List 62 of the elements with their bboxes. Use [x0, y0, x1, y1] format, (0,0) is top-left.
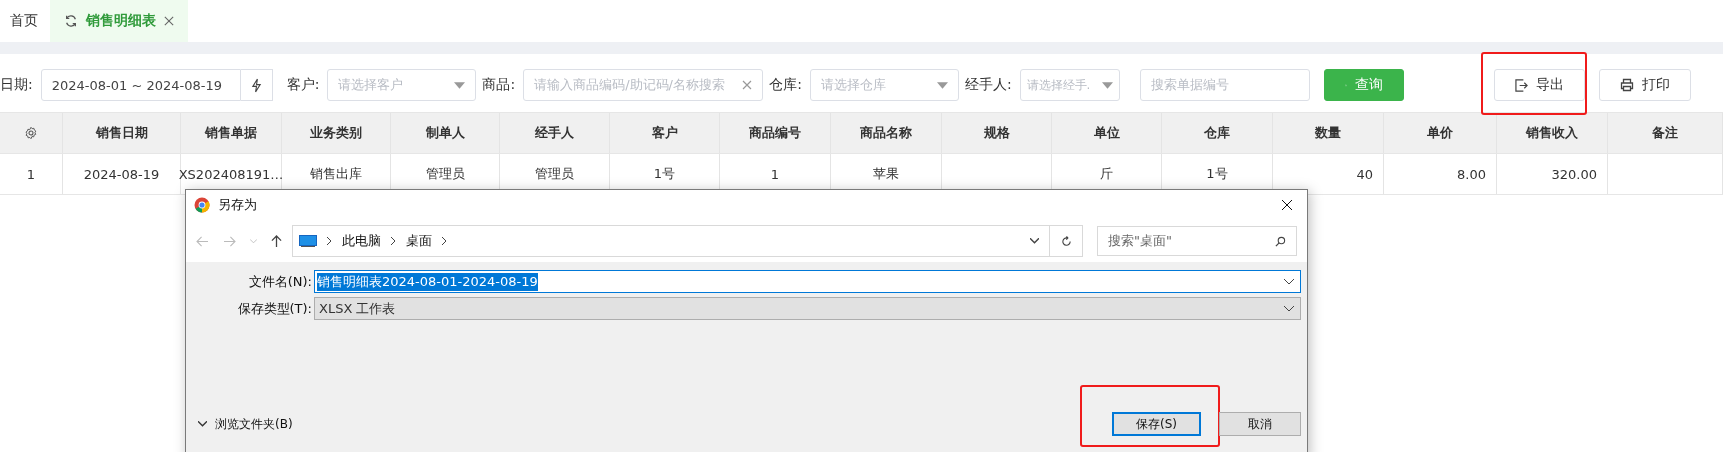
- search-field[interactable]: 搜索"桌面": [1097, 226, 1297, 256]
- close-icon[interactable]: [1281, 199, 1293, 211]
- settings-icon[interactable]: [24, 126, 38, 140]
- filter-label: 商品:: [482, 76, 516, 94]
- chevron-down-icon[interactable]: [198, 421, 207, 427]
- table-cell: 320.00: [1497, 154, 1608, 194]
- table-header-cell: 经手人: [500, 113, 610, 153]
- table-header-cell: 商品名称: [831, 113, 942, 153]
- export-button[interactable]: 导出: [1493, 69, 1585, 101]
- printer-icon: [1619, 78, 1634, 92]
- breadcrumb-item[interactable]: 桌面: [406, 232, 432, 250]
- chevron-right-icon: [327, 237, 332, 245]
- dialog-title: 另存为: [218, 196, 257, 214]
- table-cell: 8.00: [1384, 154, 1497, 194]
- table-header-cell: 销售单据: [181, 113, 282, 153]
- chevron-down-icon: [1284, 305, 1294, 312]
- tab[interactable]: 首页: [0, 0, 48, 42]
- address-bar[interactable]: 此电脑 桌面: [292, 225, 1083, 257]
- table-header-cell: 数量: [1273, 113, 1384, 153]
- dropdown-icon: [454, 81, 466, 89]
- export-icon: [1514, 78, 1528, 92]
- table-header-cell: 商品编号: [720, 113, 831, 153]
- table-header-cell: 销售收入: [1497, 113, 1608, 153]
- dropdown-icon: [936, 81, 948, 89]
- lightning-icon: [250, 77, 262, 93]
- table-header-cell: 销售日期: [63, 113, 181, 153]
- up-arrow-icon[interactable]: [271, 234, 282, 248]
- breadcrumb-item[interactable]: 此电脑: [342, 232, 381, 250]
- shortcut-button[interactable]: [240, 69, 273, 101]
- chevron-right-icon: [391, 237, 396, 245]
- save-button[interactable]: 保存(S): [1112, 412, 1201, 436]
- table-header-cell: 单位: [1052, 113, 1162, 153]
- table-header-cell: 单价: [1384, 113, 1497, 153]
- table-header-cell: 仓库: [1162, 113, 1273, 153]
- field-label: 保存类型(T):: [236, 299, 313, 318]
- cancel-button[interactable]: 取消: [1219, 412, 1301, 436]
- table-header-cell: 备注: [1608, 113, 1723, 153]
- monitor-icon: [299, 235, 317, 247]
- table-header-cell: 制单人: [391, 113, 500, 153]
- browse-folders-toggle[interactable]: 浏览文件夹(B): [215, 415, 293, 433]
- browser-logo-icon: [194, 197, 210, 213]
- filter-label: 日期:: [0, 76, 33, 94]
- chevron-down-icon[interactable]: [1030, 238, 1039, 244]
- table-header-cell: 规格: [942, 113, 1052, 153]
- print-button[interactable]: 打印: [1598, 69, 1691, 101]
- filter-label: 客户:: [286, 76, 320, 94]
- clear-icon[interactable]: [742, 80, 753, 90]
- filename-field[interactable]: 销售明细表2024-08-01-2024-08-19: [314, 270, 1301, 293]
- refresh-icon: [1060, 235, 1072, 247]
- chevron-right-icon: [442, 237, 447, 245]
- chevron-down-icon: [1284, 278, 1294, 285]
- dropdown-icon: [1101, 81, 1113, 89]
- file-type-dropdown[interactable]: XLSX 工作表: [314, 297, 1301, 320]
- row-number: 1: [0, 154, 63, 194]
- search-icon: [1275, 235, 1286, 247]
- field-label: 文件名(N):: [247, 272, 313, 291]
- filter-label: 仓库:: [769, 76, 802, 94]
- table-header-cell: 业务类别: [282, 113, 391, 153]
- refresh-icon[interactable]: [64, 14, 78, 28]
- filter-label: 经手人:: [964, 76, 1012, 94]
- date-range-field[interactable]: 2024-08-01 ~ 2024-08-19: [40, 69, 241, 101]
- table-header-cell: 客户: [610, 113, 720, 153]
